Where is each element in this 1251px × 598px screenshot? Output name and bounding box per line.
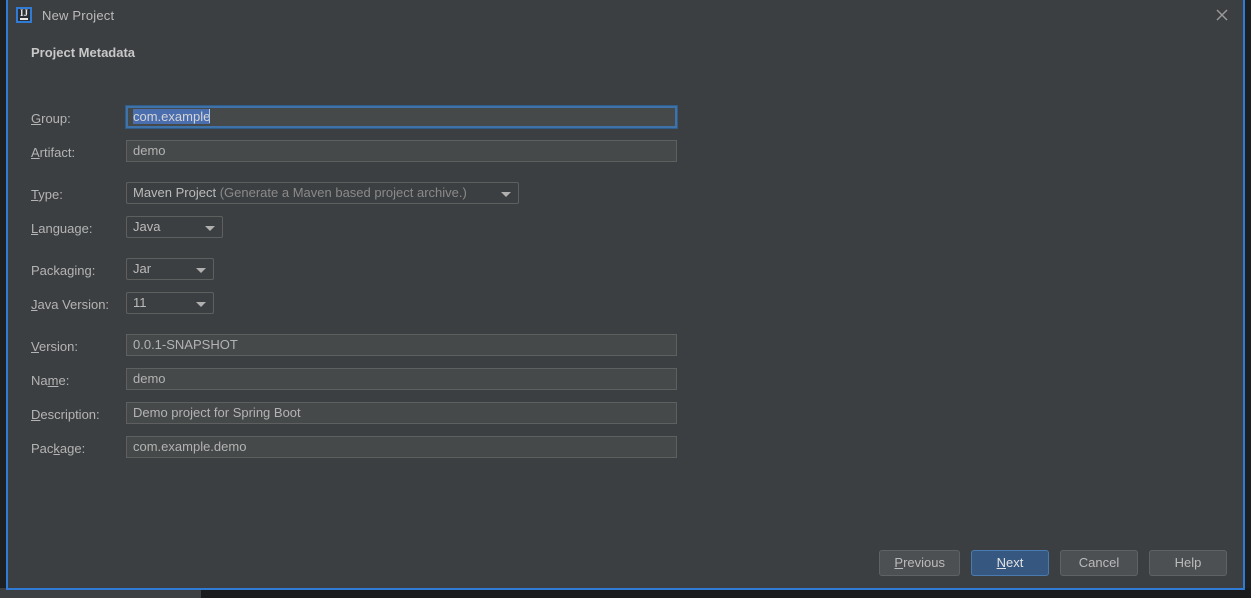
label-group: Group: [31, 111, 71, 126]
chevron-down-icon [205, 226, 215, 231]
help-button[interactable]: Help [1149, 550, 1227, 576]
language-dropdown[interactable]: Java [126, 216, 223, 238]
intellij-idea-icon-text: IJ [19, 8, 28, 18]
packaging-dropdown-value: Jar [133, 261, 152, 276]
label-language: Language: [31, 221, 93, 236]
label-name: Name: [31, 373, 70, 388]
dialog-button-bar: Previous Next Cancel Help [879, 550, 1227, 576]
close-icon[interactable] [1213, 6, 1231, 24]
next-button[interactable]: Next [971, 550, 1049, 576]
label-version: Version: [31, 339, 78, 354]
chevron-down-icon [196, 268, 206, 273]
previous-button[interactable]: Previous [879, 550, 960, 576]
label-type: Type: [31, 187, 63, 202]
type-dropdown[interactable]: Maven Project (Generate a Maven based pr… [126, 182, 519, 204]
cancel-button[interactable]: Cancel [1060, 550, 1138, 576]
description-input[interactable]: Demo project for Spring Boot [126, 402, 677, 424]
dialog-title: New Project [42, 7, 115, 23]
group-input[interactable]: com.example [125, 105, 678, 129]
type-dropdown-value: Maven Project [133, 185, 217, 200]
label-java-version: Java Version: [31, 297, 110, 312]
name-input[interactable]: demo [126, 368, 677, 390]
new-project-dialog: IJ New Project Project Metadata Group: c… [6, 0, 1245, 590]
text-caret [209, 109, 211, 123]
package-input[interactable]: com.example.demo [126, 436, 677, 458]
section-title: Project Metadata [31, 45, 136, 60]
label-description: Description: [31, 407, 100, 422]
artifact-input[interactable]: demo [126, 140, 677, 162]
type-dropdown-hint: (Generate a Maven based project archive.… [219, 185, 467, 200]
version-input[interactable]: 0.0.1-SNAPSHOT [126, 334, 677, 356]
chevron-down-icon [196, 302, 206, 307]
language-dropdown-value: Java [133, 219, 161, 234]
intellij-idea-icon: IJ [16, 7, 32, 23]
chevron-down-icon [501, 192, 511, 197]
dialog-titlebar: IJ New Project [8, 0, 1243, 30]
group-input-value: com.example [133, 109, 211, 124]
java-version-dropdown[interactable]: 11 [126, 292, 214, 314]
dialog-content: Project Metadata Group: com.example Arti… [8, 30, 1243, 588]
label-packaging: Packaging: [31, 263, 96, 278]
intellij-idea-icon-bar [20, 18, 28, 20]
label-artifact: Artifact: [31, 145, 76, 160]
packaging-dropdown[interactable]: Jar [126, 258, 214, 280]
label-package: Package: [31, 441, 86, 456]
java-version-dropdown-value: 11 [133, 295, 147, 310]
